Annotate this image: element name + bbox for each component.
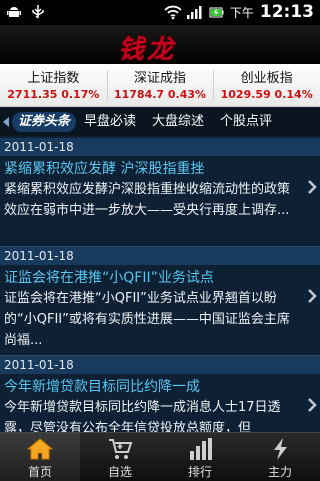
status-bar: 下午 12:13 (0, 0, 320, 25)
nav-watchlist[interactable]: 自选 (80, 433, 160, 481)
nav-label: 首页 (27, 465, 52, 479)
tab-scroll-left-icon[interactable] (3, 117, 9, 127)
news-summary: 证监会将在港推“小QFII”业务试点业界翘首以盼的“小QFII”或将有实质性进展… (4, 291, 290, 348)
news-date: 2011-01-18 (0, 356, 320, 374)
index-name: 上证指数 (27, 71, 80, 86)
status-time: 12:13 (259, 2, 314, 22)
news-title: 紧缩累积效应发酵 沪深股指重挫 (4, 161, 205, 177)
cart-icon (109, 439, 133, 459)
nav-ranking[interactable]: 排行 (160, 433, 240, 481)
android-icon (6, 4, 22, 20)
chevron-right-icon (308, 180, 317, 194)
index-ticker: 上证指数 2711.35 0.17% 深证成指 11784.7 0.43% 创业… (0, 64, 320, 107)
tab-morning-brief[interactable]: 早盘必读 (76, 108, 144, 136)
news-date: 2011-01-18 (0, 247, 320, 265)
nav-label: 自选 (107, 465, 132, 479)
index-value: 11784.7 0.43% (113, 88, 207, 101)
lightning-icon (274, 438, 287, 460)
news-item[interactable]: 2011-01-18 证监会将在港推“小QFII”业务试点 证监会将在港推“小Q… (0, 247, 320, 356)
news-item[interactable]: 2011-01-18 紧缩累积效应发酵 沪深股指重挫 紧缩累积效应发酵沪深股指重… (0, 138, 320, 247)
chevron-right-icon (308, 289, 317, 303)
index-chinext[interactable]: 创业板指 1029.59 0.14% (213, 64, 320, 106)
nav-label: 主力 (267, 465, 292, 479)
news-tabs: 证券头条 早盘必读 大盘综述 个股点评 (0, 108, 320, 136)
app-logo: 钱龙 (118, 35, 177, 65)
bottom-nav: 首页 自选 排行 主力 (0, 432, 320, 481)
status-ampm: 下午 (229, 5, 254, 20)
news-list: 2011-01-18 紧缩累积效应发酵 沪深股指重挫 紧缩累积效应发酵沪深股指重… (0, 138, 320, 465)
home-icon (27, 438, 53, 460)
index-name: 深证成指 (134, 71, 187, 86)
nav-label: 排行 (187, 465, 212, 479)
nav-home[interactable]: 首页 (0, 433, 80, 481)
chevron-right-icon (308, 398, 317, 412)
bar-chart-icon (190, 438, 212, 460)
tab-stock-comment[interactable]: 个股点评 (212, 108, 280, 136)
signal-icon (186, 4, 202, 20)
index-sz-component[interactable]: 深证成指 11784.7 0.43% (106, 64, 214, 106)
news-title: 今年新增贷款目标同比约降一成 (4, 379, 200, 395)
app-header: 钱龙 (0, 25, 320, 65)
tab-headlines[interactable]: 证券头条 (12, 112, 77, 132)
index-value: 2711.35 0.17% (7, 88, 100, 101)
index-value: 1029.59 0.14% (220, 88, 313, 101)
news-date: 2011-01-18 (0, 138, 320, 156)
nav-main-force[interactable]: 主力 (240, 433, 320, 481)
news-title: 证监会将在港推“小QFII”业务试点 (4, 270, 214, 286)
usb-icon (30, 4, 46, 20)
wifi-icon (164, 4, 182, 20)
tab-market-review[interactable]: 大盘综述 (144, 108, 212, 136)
index-name: 创业板指 (240, 71, 293, 86)
index-sh-composite[interactable]: 上证指数 2711.35 0.17% (0, 64, 107, 106)
battery-charging-icon (208, 4, 224, 20)
news-summary: 紧缩累积效应发酵沪深股指重挫收缩流动性的政策效应在弱市中进一步放大——受央行再度… (4, 182, 291, 218)
